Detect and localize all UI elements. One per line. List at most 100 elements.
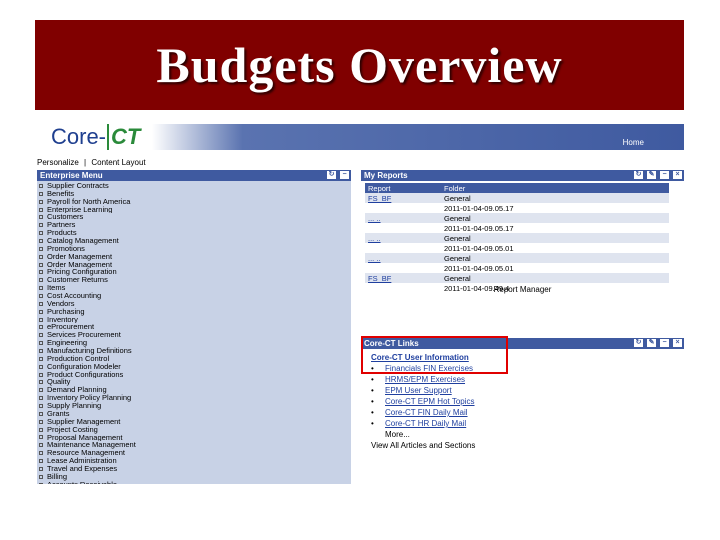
enterprise-menu-item[interactable]: Purchasing — [37, 308, 351, 316]
enterprise-menu-item-label: Supply Planning — [47, 402, 102, 410]
list-item: • Core-CT FIN Daily Mail — [361, 407, 684, 418]
enterprise-menu-item[interactable]: Lease Administration — [37, 457, 351, 465]
enterprise-menu-item[interactable]: Resource Management — [37, 449, 351, 457]
report-cell[interactable]: FS_BF — [365, 273, 441, 283]
app-header: Core- CT Home — [35, 124, 684, 150]
folder-toggle-icon — [39, 183, 43, 188]
report-cell[interactable]: ... .. — [365, 213, 441, 223]
enterprise-menu-item-label: Order Management — [47, 252, 113, 261]
report-cell — [365, 263, 441, 273]
folder-toggle-icon — [39, 215, 43, 220]
enterprise-menu-item[interactable]: Configuration Modeler — [37, 363, 351, 371]
enterprise-menu-item[interactable]: Billing — [37, 473, 351, 481]
enterprise-menu-item[interactable]: Benefits — [37, 190, 351, 198]
enterprise-menu-item[interactable]: Payroll for North America — [37, 198, 351, 206]
list-item: • Core-CT HR Daily Mail — [361, 418, 684, 429]
core-ct-link[interactable]: Core-CT EPM Hot Topics — [385, 396, 475, 407]
minimize-icon[interactable]: − — [660, 339, 669, 347]
enterprise-menu-item-label: Vendors — [47, 299, 75, 308]
refresh-icon[interactable]: ↻ — [327, 171, 336, 179]
home-link[interactable]: Home — [623, 138, 644, 147]
report-cell[interactable]: ... .. — [365, 233, 441, 243]
view-all-link[interactable]: View All Articles and Sections — [361, 440, 684, 451]
enterprise-menu-item[interactable]: Engineering — [37, 339, 351, 347]
folder-cell: 2011-01-04-09.05.01 — [444, 263, 514, 273]
content-layout-link[interactable]: Content Layout — [91, 158, 145, 167]
enterprise-menu-item[interactable]: Cost Accounting — [37, 292, 351, 300]
enterprise-menu-item-label: Items — [47, 284, 66, 293]
enterprise-menu-item[interactable]: Catalog Management — [37, 237, 351, 245]
folder-toggle-icon — [39, 309, 43, 314]
enterprise-menu-item[interactable]: Supplier Contracts — [37, 182, 351, 190]
close-icon[interactable]: × — [673, 171, 682, 179]
enterprise-menu-item[interactable]: Maintenance Management — [37, 441, 351, 449]
enterprise-menu-item[interactable]: Enterprise Learning — [37, 206, 351, 214]
report-cell[interactable]: ... .. — [365, 253, 441, 263]
enterprise-menu-item[interactable]: Inventory Policy Planning — [37, 394, 351, 402]
close-icon[interactable]: × — [673, 339, 682, 347]
enterprise-menu-item-label: Pricing Configuration — [47, 268, 117, 277]
enterprise-menu-item[interactable]: Proposal Management — [37, 434, 351, 442]
enterprise-menu-item[interactable]: Quality — [37, 378, 351, 386]
edit-icon[interactable]: ✎ — [647, 339, 656, 347]
enterprise-menu-item[interactable]: Order Management — [37, 253, 351, 261]
enterprise-menu-item-label: Supplier Management — [47, 417, 121, 426]
minimize-icon[interactable]: − — [340, 171, 349, 179]
core-ct-link[interactable]: HRMS/EPM Exercises — [385, 374, 465, 385]
table-row: ... .. General — [365, 213, 669, 223]
enterprise-menu-item-label: Accounts Receivable — [47, 481, 117, 484]
enterprise-menu-item[interactable]: Project Costing — [37, 426, 351, 434]
enterprise-menu-item[interactable]: Services Procurement — [37, 331, 351, 339]
enterprise-menu-item-label: Promotions — [47, 244, 85, 253]
core-ct-link[interactable]: Core-CT HR Daily Mail — [385, 418, 466, 429]
core-ct-link[interactable]: Core-CT FIN Daily Mail — [385, 407, 468, 418]
refresh-icon[interactable]: ↻ — [634, 339, 643, 347]
enterprise-menu-item[interactable]: Grants — [37, 410, 351, 418]
bullet-icon: • — [371, 408, 374, 417]
report-manager-link[interactable]: Report Manager — [361, 285, 684, 294]
enterprise-menu-item[interactable]: Supply Planning — [37, 402, 351, 410]
enterprise-menu-item[interactable]: eProcurement — [37, 323, 351, 331]
enterprise-menu-item[interactable]: Customers — [37, 213, 351, 221]
enterprise-menu-item[interactable]: Production Control — [37, 355, 351, 363]
enterprise-menu-item[interactable]: Demand Planning — [37, 386, 351, 394]
edit-icon[interactable]: ✎ — [647, 171, 656, 179]
enterprise-menu-item[interactable]: Travel and Expenses — [37, 465, 351, 473]
enterprise-menu-item[interactable]: Order Management — [37, 261, 351, 269]
enterprise-menu-item[interactable]: Items — [37, 284, 351, 292]
report-cell[interactable]: FS_BF — [365, 193, 441, 203]
enterprise-menu-item[interactable]: Supplier Management — [37, 418, 351, 426]
enterprise-menu-item[interactable]: Inventory — [37, 316, 351, 324]
minimize-icon[interactable]: − — [660, 171, 669, 179]
enterprise-menu-item[interactable]: Customer Returns — [37, 276, 351, 284]
folder-toggle-icon — [39, 246, 43, 251]
enterprise-menu-item-label: Partners — [47, 221, 76, 230]
enterprise-menu-item-label: Inventory Policy Planning — [47, 394, 132, 403]
folder-toggle-icon — [39, 380, 43, 385]
personalize-link[interactable]: Personalize — [37, 158, 79, 167]
enterprise-menu-item-label: Enterprise Learning — [47, 205, 113, 214]
enterprise-menu-item-label: Maintenance Management — [47, 441, 136, 450]
enterprise-menu-item[interactable]: Partners — [37, 221, 351, 229]
enterprise-menu-item[interactable]: Pricing Configuration — [37, 268, 351, 276]
report-cell — [365, 203, 441, 213]
enterprise-menu-item[interactable]: Promotions — [37, 245, 351, 253]
folder-toggle-icon — [39, 474, 43, 479]
folder-cell: 2011-01-04-09.05.17 — [444, 203, 514, 213]
folder-toggle-icon — [39, 278, 43, 283]
more-link[interactable]: More... — [361, 429, 684, 440]
enterprise-menu-item[interactable]: Products — [37, 229, 351, 237]
list-item: • HRMS/EPM Exercises — [361, 374, 684, 385]
enterprise-menu-item[interactable]: Manufacturing Definitions — [37, 347, 351, 355]
table-row: 2011-01-04-09.05.17 — [365, 223, 669, 233]
refresh-icon[interactable]: ↻ — [634, 171, 643, 179]
bullet-icon: • — [371, 397, 374, 406]
enterprise-menu-item[interactable]: Vendors — [37, 300, 351, 308]
enterprise-menu-item[interactable]: Accounts Receivable — [37, 481, 351, 484]
enterprise-menu-item-label: Engineering — [47, 339, 88, 348]
table-row: FS_BF General — [365, 273, 669, 283]
enterprise-menu-item-label: Grants — [47, 409, 70, 418]
core-ct-link[interactable]: EPM User Support — [385, 385, 452, 396]
enterprise-menu-item[interactable]: Product Configurations — [37, 371, 351, 379]
folder-toggle-icon — [39, 238, 43, 243]
